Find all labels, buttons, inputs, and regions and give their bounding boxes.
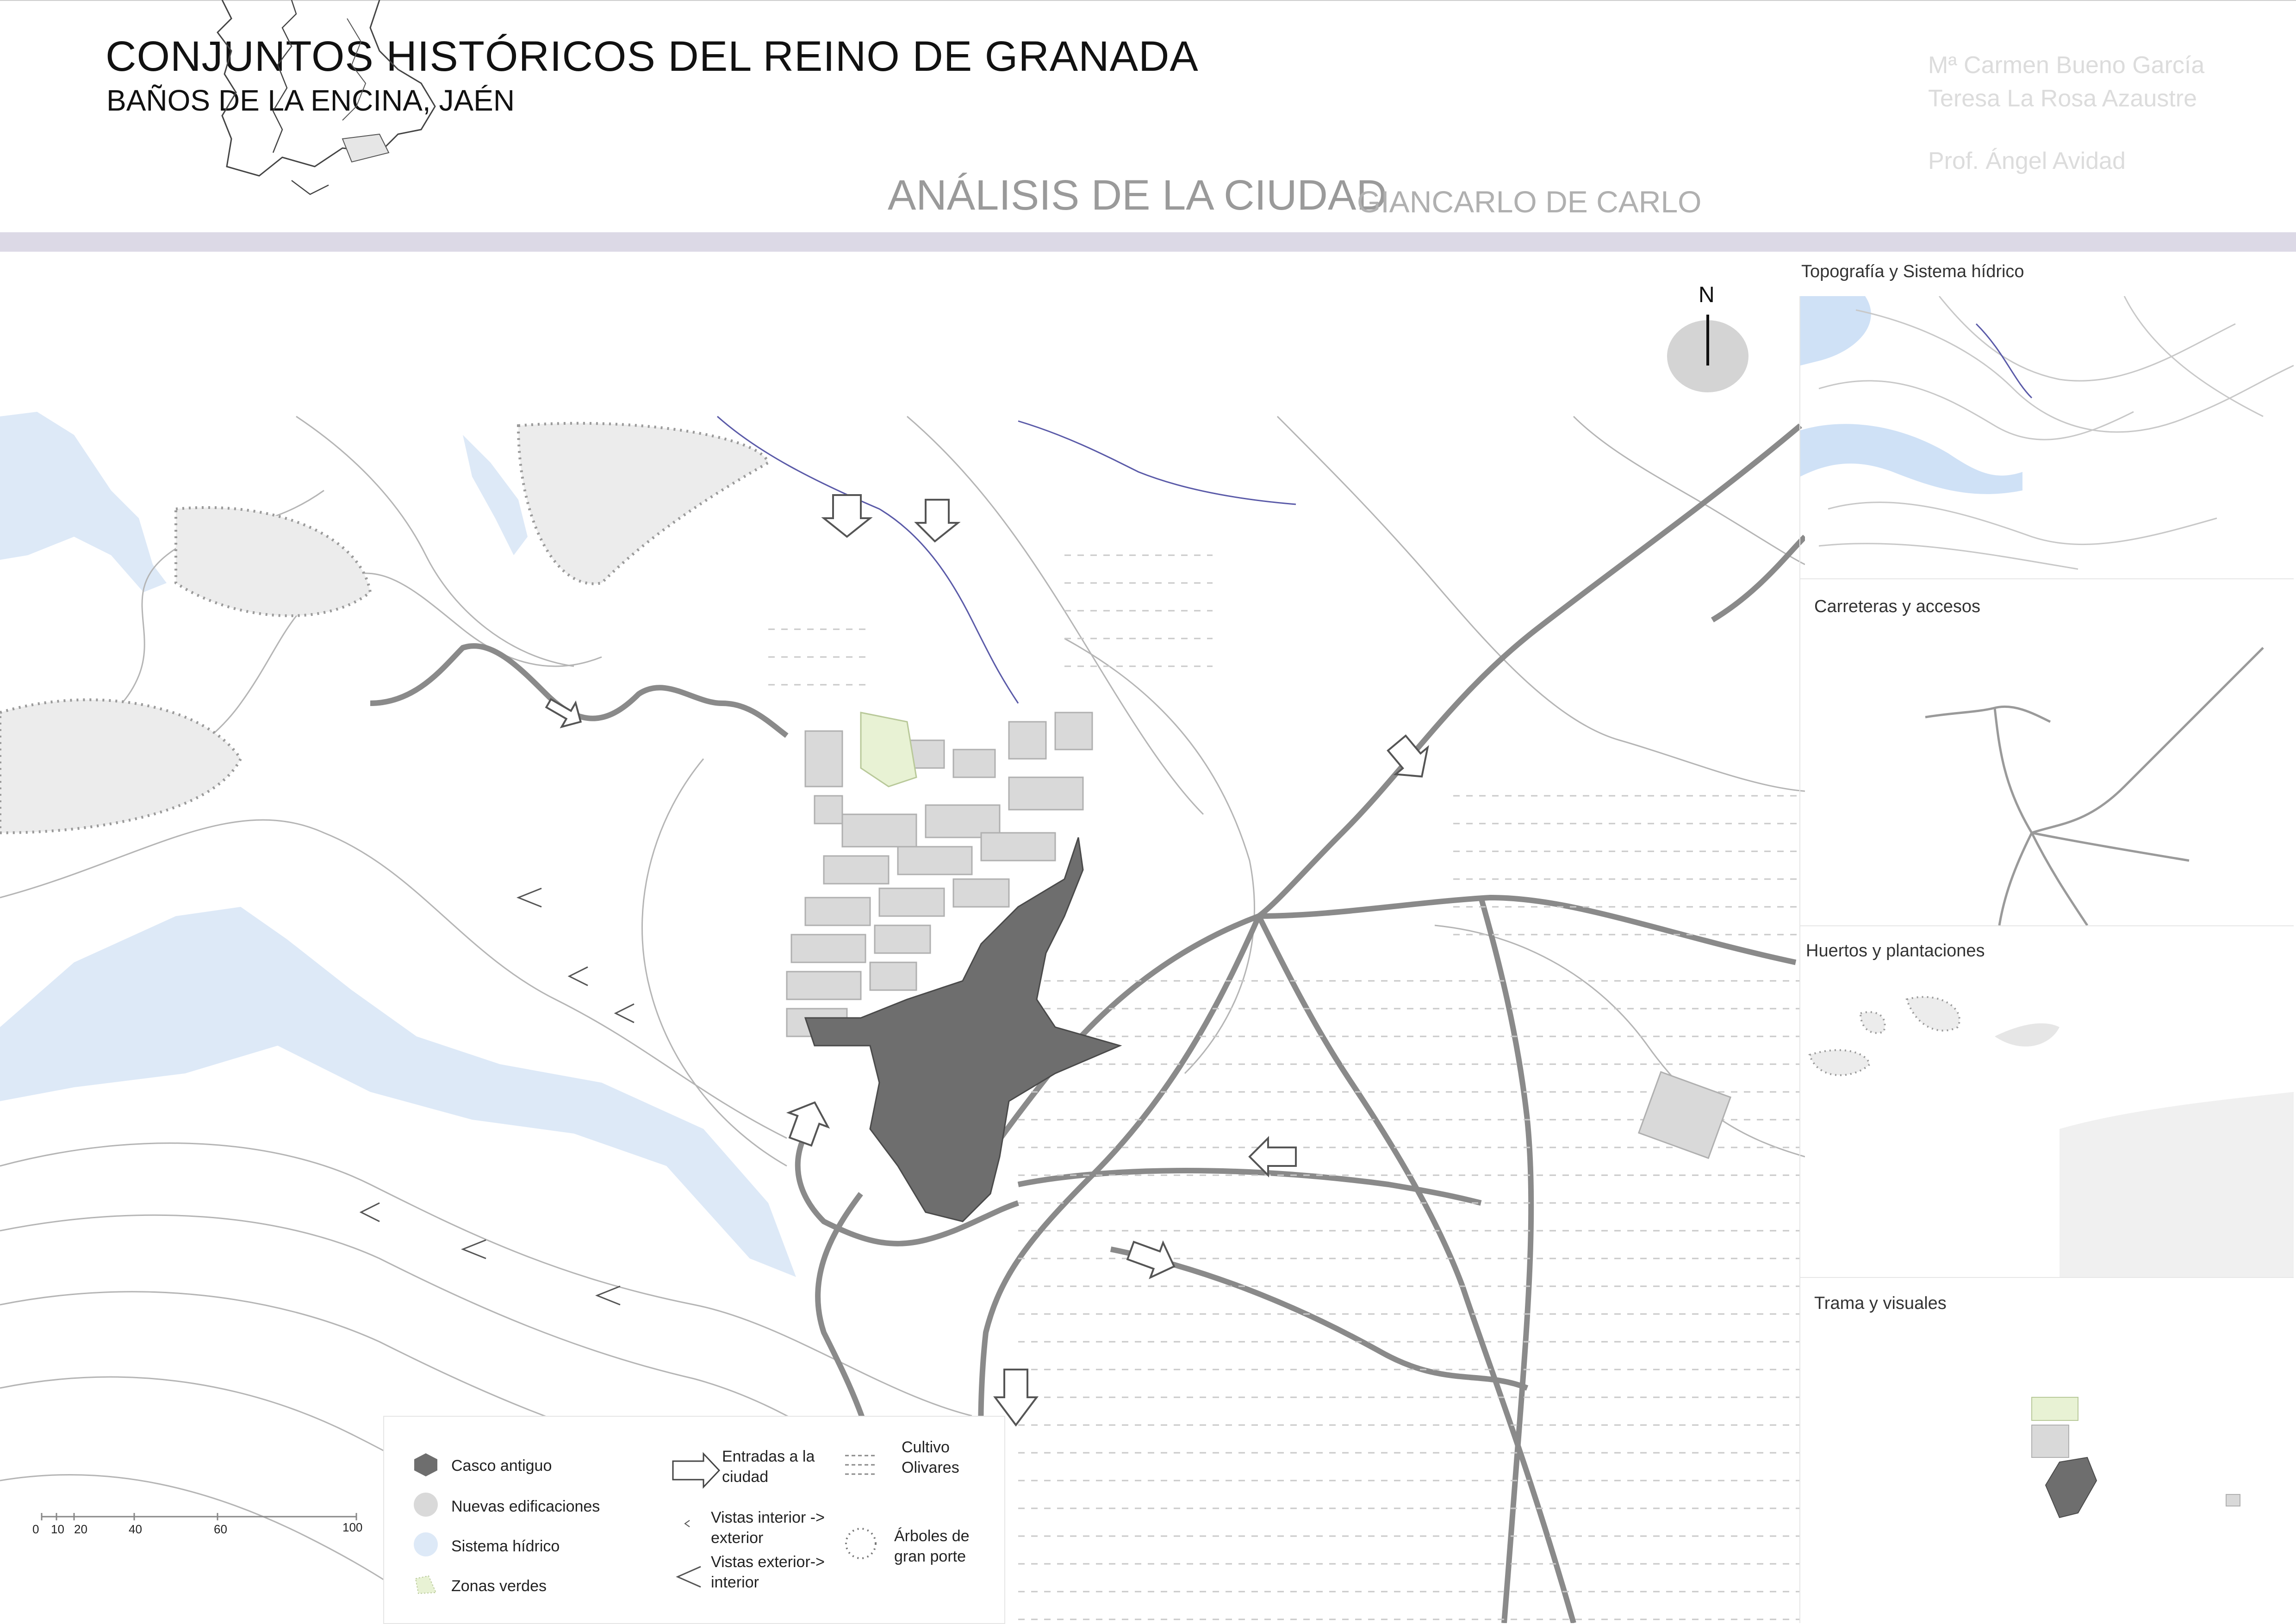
water-stream <box>463 435 528 555</box>
panel-border <box>1799 296 1800 1623</box>
scale-tick-20: 20 <box>74 1522 87 1536</box>
water-body-nw <box>0 412 167 592</box>
scale-tick-0: 0 <box>32 1522 39 1536</box>
nuevas-edificaciones-icon <box>414 1493 438 1517</box>
view-outer-inner-icon <box>676 1566 701 1588</box>
trees-icon <box>845 1528 877 1559</box>
legend-nuevas-edificaciones: Nuevas edificaciones <box>451 1498 600 1515</box>
panel-title-topography: Topografía y Sistema hídrico <box>1801 262 2024 281</box>
analysis-title: ANÁLISIS DE LA CIUDAD <box>888 172 1387 219</box>
north-label: N <box>1699 283 1715 307</box>
panel-topography-map <box>1800 296 2294 570</box>
north-arrow: N <box>1666 282 1749 403</box>
scale-tick-40: 40 <box>129 1522 142 1536</box>
green-zone <box>860 712 917 787</box>
analysis-author: GIANCARLO DE CARLO <box>1357 185 1702 219</box>
panel-orchards-map <box>1808 996 2294 1277</box>
casco-antiguo-icon <box>414 1453 437 1476</box>
legend-zonas-verdes: Zonas verdes <box>451 1577 547 1595</box>
scale-bar <box>41 1513 357 1520</box>
author-2: Teresa La Rosa Azaustre <box>1928 85 2197 112</box>
sistema-hidrico-icon <box>414 1532 438 1556</box>
panel-title-roads: Carreteras y accesos <box>1814 597 1981 616</box>
legend-vistas-interior: Vistas interior -> exterior <box>711 1509 825 1547</box>
zonas-verdes-icon <box>415 1575 437 1594</box>
legend-casco-antiguo: Casco antiguo <box>451 1457 552 1475</box>
scale-tick-100: 100 <box>342 1520 363 1534</box>
panel-divider-3 <box>1800 1277 2294 1278</box>
scale-tick-10: 10 <box>51 1522 64 1536</box>
rivers <box>717 415 1296 704</box>
authors: Mª Carmen Bueno García Teresa La Rosa Az… <box>1928 49 2204 115</box>
legend-vistas-exterior: Vistas exterior-> interior <box>711 1553 825 1591</box>
author-1: Mª Carmen Bueno García <box>1928 52 2205 79</box>
legend-entradas: Entradas a la ciudad <box>722 1448 815 1486</box>
panel-title-fabric: Trama y visuales <box>1814 1294 1947 1313</box>
spain-locator-map <box>217 0 436 195</box>
view-inner-outer-icon <box>684 1520 690 1527</box>
panel-fabric-map <box>2031 1397 2240 1519</box>
header-band <box>0 232 2296 252</box>
professor: Prof. Ángel Avidad <box>1928 148 2126 174</box>
legend-arboles: Árboles de gran porte <box>894 1527 970 1565</box>
panel-roads-map <box>1925 647 2264 925</box>
water-body-sw <box>0 907 796 1277</box>
olive-cultivation-icon <box>845 1455 877 1475</box>
scale-tick-60: 60 <box>214 1522 227 1536</box>
panel-divider-2 <box>1800 925 2294 926</box>
tree-patches <box>0 421 770 835</box>
legend-cultivo-olivares: Cultivo Olivares <box>902 1438 959 1476</box>
panel-title-orchards: Huertos y plantaciones <box>1806 941 1985 961</box>
north-compass-icon <box>1667 315 1748 392</box>
legend: Casco antiguo Nuevas edificaciones Siste… <box>383 1416 1005 1624</box>
panel-divider-1 <box>1800 578 2294 579</box>
entrance-arrow-icon <box>672 1452 721 1489</box>
legend-sistema-hidrico: Sistema hídrico <box>451 1537 560 1555</box>
